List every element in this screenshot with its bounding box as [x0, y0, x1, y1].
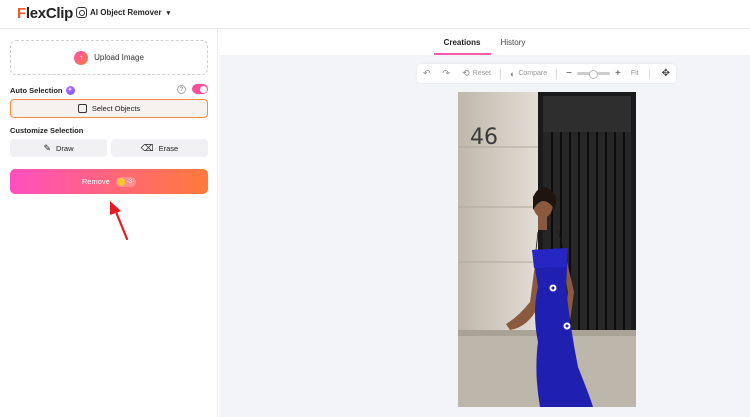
fit-button[interactable]: Fit — [631, 70, 639, 77]
flexclip-logo[interactable]: FlexClip — [17, 5, 73, 22]
coin-icon — [116, 177, 125, 186]
auto-selection-toggle[interactable] — [192, 84, 208, 94]
auto-selection-label: Auto Selection — [10, 85, 63, 95]
red-arrow-annotation — [110, 201, 129, 241]
compare-button[interactable]: ◐ Compare — [510, 69, 547, 79]
canvas-toolbar: ↶ ↷ ⟲ Reset ◐ Compare − + Fit ✥ — [417, 64, 676, 83]
select-objects-label: Select Objects — [91, 104, 141, 113]
chevron-down-icon: ▾ — [166, 9, 171, 17]
photo-illustration: 46 — [458, 92, 636, 407]
credit-cost: -3 — [126, 178, 133, 185]
remove-button[interactable]: Remove -3 — [10, 169, 208, 194]
upload-image-button[interactable]: ↑ Upload Image — [10, 40, 208, 75]
toolbar-divider — [556, 68, 558, 79]
zoom-slider[interactable] — [576, 70, 610, 79]
top-bar: FlexClip AI Object Remover ▾ — [0, 0, 750, 29]
tool-name: AI Object Remover — [90, 8, 162, 17]
redo-button[interactable]: ↷ — [443, 68, 454, 79]
work-area: Creations History ↶ ↷ ⟲ Reset ◐ Compare … — [219, 29, 750, 417]
toolbar-divider — [648, 68, 650, 79]
left-panel: ↑ Upload Image Auto Selection ✦ ? Select… — [0, 29, 218, 417]
undo-icon: ↶ — [423, 68, 431, 78]
select-objects-button[interactable]: Select Objects — [10, 99, 208, 118]
eraser-icon: ⌫ — [140, 142, 154, 153]
logo-letter: F — [17, 5, 26, 22]
zoom-in-icon[interactable]: + — [615, 68, 621, 79]
auto-selection-row: Auto Selection ✦ ? — [10, 84, 208, 96]
draw-button[interactable]: ✎ Draw — [10, 139, 107, 157]
remove-label: Remove — [81, 177, 110, 186]
tab-creations[interactable]: Creations — [433, 29, 491, 55]
tab-bar: Creations History — [219, 29, 750, 55]
toolbar-divider — [499, 68, 501, 79]
customize-selection-heading: Customize Selection — [10, 126, 84, 135]
object-remover-icon — [76, 7, 87, 18]
compare-label: Compare — [518, 70, 548, 77]
help-icon[interactable]: ? — [177, 85, 186, 94]
door-number: 46 — [470, 125, 498, 150]
redo-icon: ↷ — [442, 68, 451, 78]
reset-icon: ⟲ — [462, 68, 470, 78]
draw-label: Draw — [56, 143, 74, 153]
logo-text: lexClip — [25, 5, 73, 22]
tool-selector[interactable]: AI Object Remover ▾ — [76, 7, 170, 18]
erase-button[interactable]: ⌫ Erase — [111, 139, 208, 157]
upload-icon: ↑ — [74, 50, 89, 65]
upload-label: Upload Image — [94, 53, 144, 62]
edited-photo[interactable]: 46 — [458, 92, 636, 407]
brush-icon: ✎ — [43, 142, 52, 153]
move-icon[interactable]: ✥ — [662, 68, 670, 79]
zoom-out-icon[interactable]: − — [566, 68, 572, 79]
undo-button[interactable]: ↶ — [423, 68, 434, 79]
select-objects-icon — [77, 104, 87, 113]
erase-label: Erase — [158, 143, 179, 153]
credit-cost-badge: -3 — [115, 176, 137, 187]
reset-label: Reset — [472, 70, 491, 77]
compare-icon: ◐ — [509, 68, 516, 79]
ai-badge-icon: ✦ — [65, 85, 75, 95]
reset-button[interactable]: ⟲ Reset — [462, 68, 491, 79]
tab-history[interactable]: History — [491, 29, 536, 55]
